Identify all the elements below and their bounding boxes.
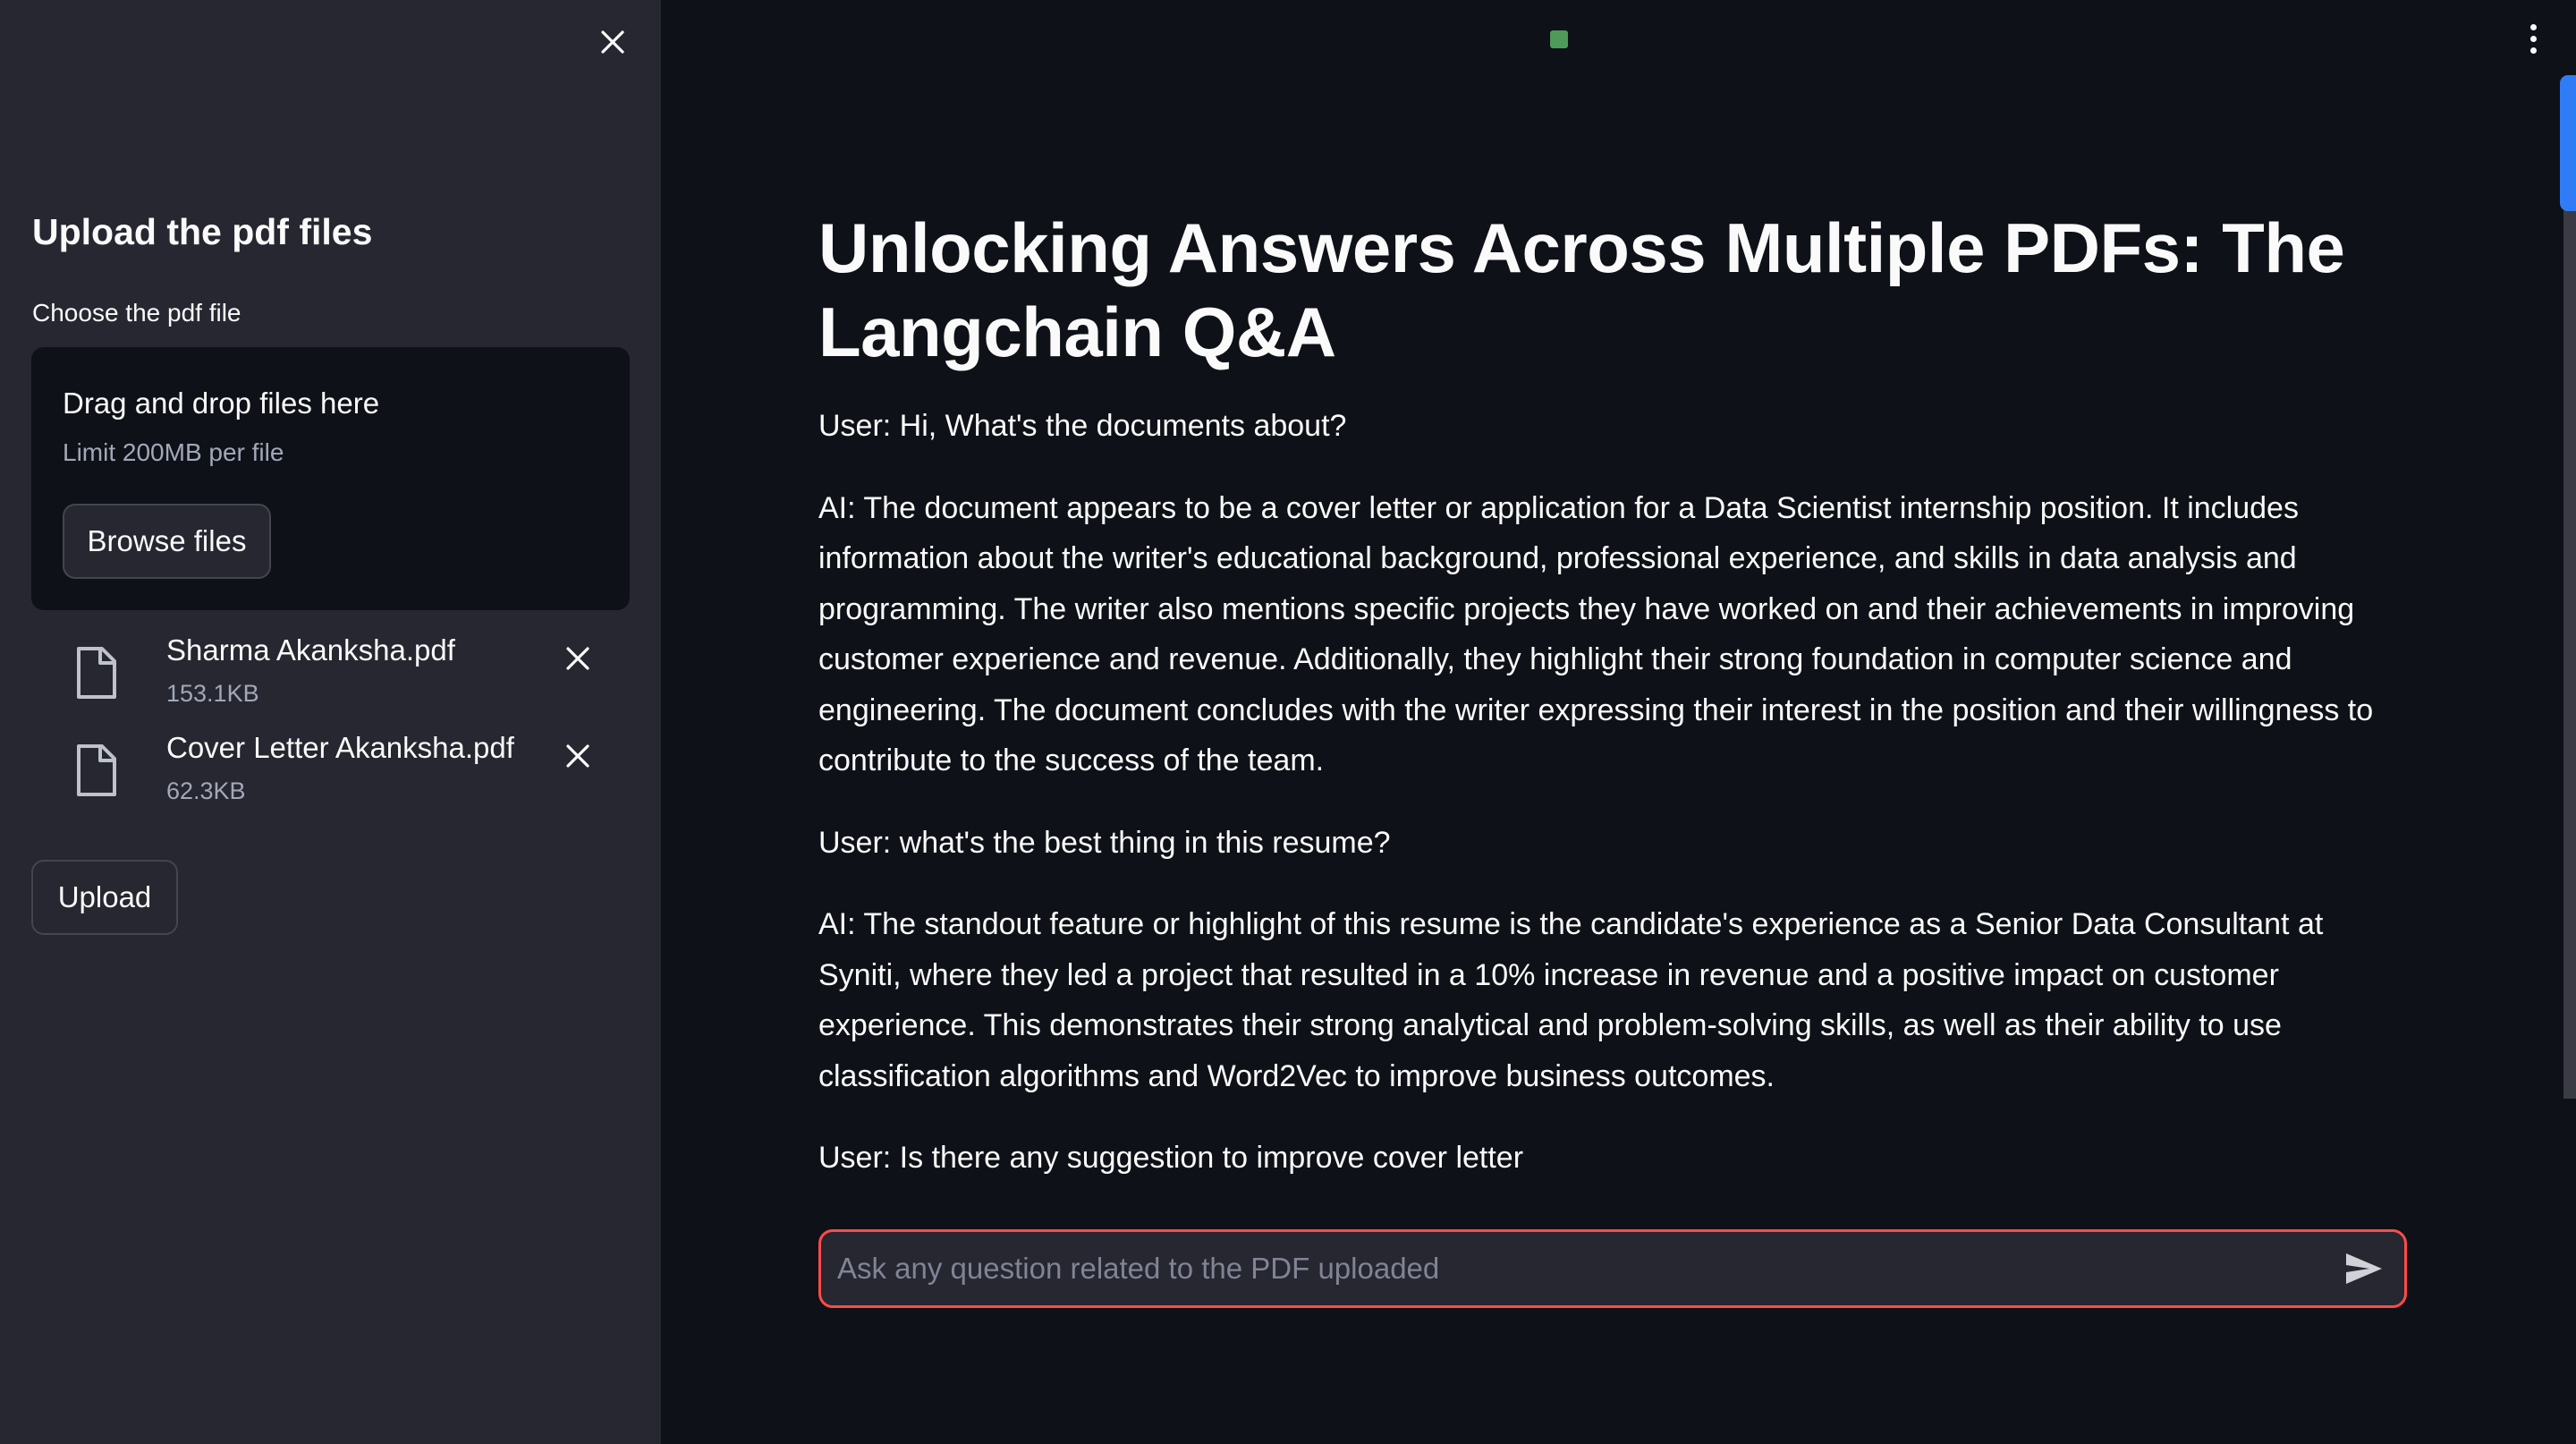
dropzone-title: Drag and drop files here [63, 386, 380, 420]
user-message: User: Hi, What's the documents about? [818, 409, 1347, 443]
sidebar: Upload the pdf files Choose the pdf file… [0, 0, 661, 1444]
more-vertical-icon [2529, 23, 2537, 30]
more-vertical-icon [2529, 47, 2537, 54]
main-menu-button[interactable] [2515, 16, 2551, 61]
chat-input-box [818, 1229, 2407, 1308]
user-message: User: Is there any suggestion to improve… [818, 1141, 1524, 1175]
ai-message: AI: The document appears to be a cover l… [818, 490, 2374, 778]
uploader-label: Choose the pdf file [32, 299, 242, 327]
remove-file-button[interactable] [558, 736, 597, 776]
running-status-icon [1550, 30, 1568, 48]
file-size: 153.1KB [166, 680, 259, 707]
more-vertical-icon [2529, 35, 2537, 42]
close-icon [566, 647, 589, 670]
file-size: 62.3KB [166, 777, 246, 804]
file-icon [77, 647, 116, 699]
dropzone-limit: Limit 200MB per file [63, 438, 284, 466]
uploaded-file-item: Sharma Akanksha.pdf 153.1KB [64, 633, 619, 723]
close-icon [601, 30, 624, 54]
upload-button[interactable]: Upload [31, 860, 178, 935]
send-button[interactable] [2342, 1246, 2386, 1291]
scrollbar-track[interactable] [2563, 79, 2576, 1099]
send-icon [2346, 1253, 2382, 1284]
uploaded-file-item: Cover Letter Akanksha.pdf 62.3KB [64, 731, 619, 820]
user-message: User: what's the best thing in this resu… [818, 825, 1391, 860]
file-icon [77, 744, 116, 796]
remove-file-button[interactable] [558, 639, 597, 678]
browse-files-button[interactable]: Browse files [63, 504, 271, 579]
chat-history: User: Hi, What's the documents about? AI… [818, 401, 2411, 1184]
close-icon [566, 744, 589, 768]
file-name: Cover Letter Akanksha.pdf [166, 731, 514, 764]
main-content: Unlocking Answers Across Multiple PDFs: … [818, 206, 2411, 1215]
ai-message: AI: The standout feature or highlight of… [818, 907, 2324, 1093]
sidebar-title: Upload the pdf files [32, 211, 373, 252]
file-name: Sharma Akanksha.pdf [166, 633, 455, 667]
sidebar-close-button[interactable] [592, 21, 633, 63]
question-input[interactable] [835, 1232, 2320, 1305]
page-title: Unlocking Answers Across Multiple PDFs: … [818, 208, 2345, 371]
file-dropzone[interactable]: Drag and drop files here Limit 200MB per… [31, 347, 630, 610]
scrollbar-thumb[interactable] [2560, 75, 2576, 211]
